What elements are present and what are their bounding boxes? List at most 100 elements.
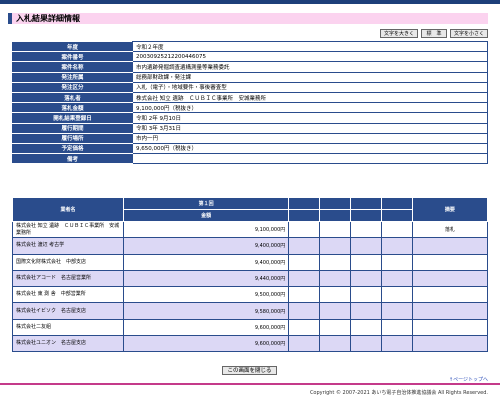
header-round: 第１回 bbox=[122, 197, 290, 210]
bid-empty-cell bbox=[380, 269, 413, 288]
bid-amount: 9,600,000円 bbox=[122, 335, 290, 353]
bid-row: 株式会社イビソク 名古屋支店 9,580,000円 bbox=[12, 302, 489, 320]
header-empty bbox=[350, 197, 382, 210]
header-empty bbox=[288, 209, 321, 222]
detail-value: 20030925212200446075 bbox=[132, 51, 488, 63]
page-top-link[interactable]: ↑ページトップへ bbox=[449, 376, 488, 383]
detail-value: 入札（電子）・地域要件・事後審査型 bbox=[132, 81, 488, 93]
bid-empty-cell bbox=[288, 302, 321, 320]
detail-value: 株式会社 知立 遺跡 ＣＵＢＩＣ事業所 安城業務所 bbox=[132, 91, 488, 104]
detail-label: 発注区分 bbox=[12, 81, 133, 93]
detail-row: 落札金額 9,100,000円（税抜き） bbox=[12, 102, 488, 114]
font-size-controls: 文字を大きく 標 準 文字を小さく bbox=[379, 29, 488, 38]
header-empty bbox=[380, 197, 413, 210]
bid-remark bbox=[411, 302, 489, 320]
copyright-text: Copyright © 2007-2021 あいち電子自治体推進協議会 All … bbox=[309, 390, 488, 396]
bid-amount: 9,100,000円 bbox=[122, 220, 290, 239]
bid-empty-cell bbox=[350, 237, 382, 255]
detail-row: 発注所属 総務部財政課・発注課 bbox=[12, 71, 488, 83]
detail-label: 履行場所 bbox=[12, 132, 133, 144]
header-empty bbox=[288, 197, 321, 210]
detail-label: 案件名称 bbox=[12, 61, 133, 73]
bid-empty-cell bbox=[350, 220, 382, 239]
bid-amount: 9,400,000円 bbox=[122, 237, 290, 255]
bid-empty-cell bbox=[350, 335, 382, 353]
detail-row: 履行期間 令和 3年 3月31日 bbox=[12, 122, 488, 134]
bid-empty-cell bbox=[288, 318, 321, 337]
font-standard-button[interactable]: 標 準 bbox=[420, 29, 447, 38]
bid-company: 国際文化財株式会社 中部支店 bbox=[12, 253, 124, 271]
header-empty bbox=[380, 209, 413, 222]
detail-label: 発注所属 bbox=[12, 71, 133, 83]
detail-label: 履行期間 bbox=[12, 122, 133, 134]
detail-row: 年度 令和２年度 bbox=[12, 40, 488, 53]
bid-empty-cell bbox=[288, 220, 321, 239]
bid-company: 株式会社 渡辺 考古学 bbox=[12, 237, 124, 255]
detail-label: 備考 bbox=[12, 153, 133, 165]
bid-empty-cell bbox=[319, 220, 352, 239]
detail-value: 令和２年度 bbox=[132, 40, 488, 53]
header-remark: 摘要 bbox=[411, 197, 489, 222]
bid-empty-cell bbox=[380, 237, 413, 255]
bid-empty-cell bbox=[319, 269, 352, 288]
detail-row: 案件名称 市内遺跡発掘調査遺構測量等業務委託 bbox=[12, 61, 488, 73]
detail-row: 発注区分 入札（電子）・地域要件・事後審査型 bbox=[12, 81, 488, 93]
bid-empty-cell bbox=[319, 286, 352, 304]
detail-value: 令和 2年 9月10日 bbox=[132, 112, 488, 124]
bid-row: 株式会社 東 測 舎 中部営業所 9,500,000円 bbox=[12, 286, 489, 304]
bid-empty-cell bbox=[288, 335, 321, 353]
bid-remark bbox=[411, 335, 489, 353]
font-larger-button[interactable]: 文字を大きく bbox=[379, 29, 418, 38]
bid-row: 株式会社 渡辺 考古学 9,400,000円 bbox=[12, 237, 489, 255]
bid-amount: 9,400,000円 bbox=[122, 253, 290, 271]
bid-empty-cell bbox=[288, 269, 321, 288]
detail-table: 年度 令和２年度 案件番号 20030925212200446075 案件名称 市内遺跡発… bbox=[12, 40, 488, 165]
detail-value: 市内遺跡発掘調査遺構測量等業務委託 bbox=[132, 61, 488, 73]
detail-label: 年度 bbox=[12, 40, 133, 53]
bid-empty-cell bbox=[350, 286, 382, 304]
font-smaller-button[interactable]: 文字を小さく bbox=[449, 29, 488, 38]
bid-row: 国際文化財株式会社 中部支店 9,400,000円 bbox=[12, 253, 489, 271]
bid-empty-cell bbox=[319, 335, 352, 353]
bid-empty-cell bbox=[380, 335, 413, 353]
detail-value: 9,100,000円（税抜き） bbox=[132, 102, 488, 114]
bid-empty-cell bbox=[380, 318, 413, 337]
bid-empty-cell bbox=[350, 302, 382, 320]
detail-value: 9,650,000円（税抜き） bbox=[132, 142, 488, 155]
bid-company: 株式会社 知立 遺跡 ＣＵＢＩＣ事業所 安城業務所 bbox=[12, 220, 124, 239]
detail-label: 落札金額 bbox=[12, 102, 133, 114]
detail-value: 総務部財政課・発注課 bbox=[132, 71, 488, 83]
bid-results-table: 業者名 第１回 摘要 金額 株式会社 知立 遺跡 ＣＵＢＩＣ事業所 安城業務所 9… bbox=[12, 197, 489, 353]
bid-company: 株式会社二友組 bbox=[12, 318, 124, 337]
bid-empty-cell bbox=[380, 253, 413, 271]
detail-row: 備考 bbox=[12, 153, 488, 165]
bid-empty-cell bbox=[288, 286, 321, 304]
bid-row: 株式会社アコード 名古屋営業所 9,440,000円 bbox=[12, 269, 489, 288]
detail-row: 案件番号 20030925212200446075 bbox=[12, 51, 488, 63]
bid-remark bbox=[411, 253, 489, 271]
detail-row: 落札者 株式会社 知立 遺跡 ＣＵＢＩＣ事業所 安城業務所 bbox=[12, 91, 488, 104]
bid-amount: 9,580,000円 bbox=[122, 302, 290, 320]
close-window-button[interactable]: この画面を閉じる bbox=[222, 366, 277, 375]
bid-empty-cell bbox=[319, 302, 352, 320]
bid-company: 株式会社 東 測 舎 中部営業所 bbox=[12, 286, 124, 304]
detail-value: 令和 3年 3月31日 bbox=[132, 122, 488, 134]
header-empty bbox=[350, 209, 382, 222]
bid-amount: 9,440,000円 bbox=[122, 269, 290, 288]
detail-value: 市内一円 bbox=[132, 132, 488, 144]
bid-row: 株式会社二友組 9,600,000円 bbox=[12, 318, 489, 337]
bid-empty-cell bbox=[319, 253, 352, 271]
detail-value bbox=[132, 153, 488, 165]
bid-empty-cell bbox=[350, 318, 382, 337]
bid-empty-cell bbox=[288, 253, 321, 271]
bid-remark bbox=[411, 318, 489, 337]
bid-amount: 9,500,000円 bbox=[122, 286, 290, 304]
bid-empty-cell bbox=[350, 253, 382, 271]
bid-company: 株式会社ユニオン 名古屋支店 bbox=[12, 335, 124, 353]
bid-amount: 9,600,000円 bbox=[122, 318, 290, 337]
page-title: 入札結果詳細情報 bbox=[8, 13, 488, 24]
header-company: 業者名 bbox=[12, 197, 124, 222]
bid-empty-cell bbox=[380, 286, 413, 304]
detail-label: 予定価格 bbox=[12, 142, 133, 155]
bid-empty-cell bbox=[350, 269, 382, 288]
